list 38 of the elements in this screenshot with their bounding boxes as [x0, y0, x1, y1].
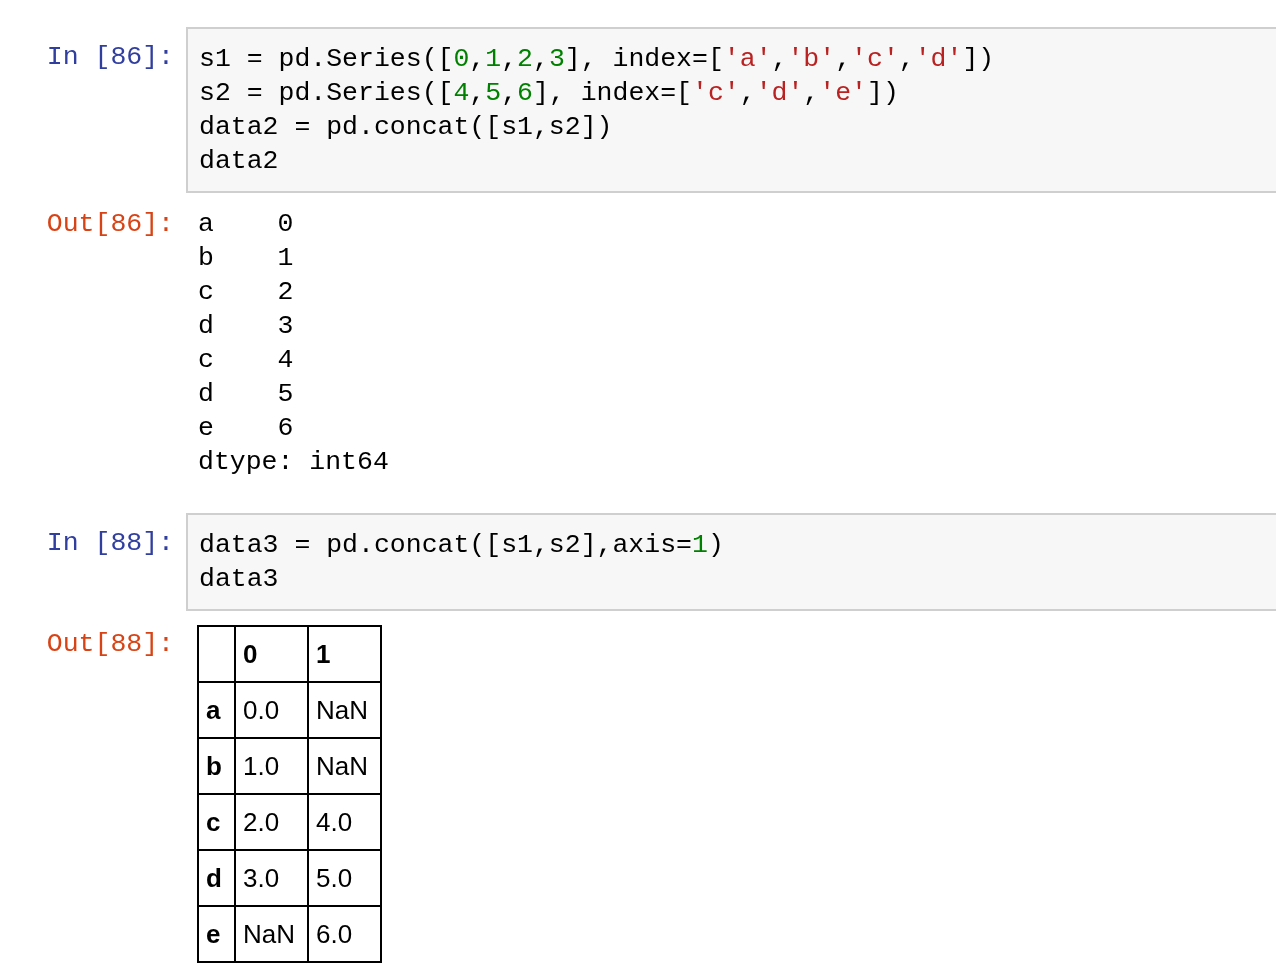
output-line: a 0	[197, 208, 295, 241]
table-cell: 4.0	[308, 794, 381, 850]
row-index: c	[198, 794, 235, 850]
table-cell: 6.0	[308, 906, 381, 962]
output-line: dtype: int64	[197, 446, 390, 479]
table-cell: NaN	[308, 682, 381, 738]
output-line: c 4	[197, 344, 295, 377]
table-cell: 3.0	[235, 850, 308, 906]
table-cell: 0.0	[235, 682, 308, 738]
output-prompt: Out[88]:	[45, 628, 175, 661]
column-header: 0	[235, 626, 308, 682]
output-prompt: Out[86]:	[45, 208, 175, 241]
output-line: e 6	[197, 412, 295, 445]
input-prompt: In [88]:	[45, 527, 175, 560]
code-line: s1 = pd.Series([0,1,2,3], index=['a','b','c','d'])	[199, 43, 996, 76]
output-line: d 5	[197, 378, 295, 411]
row-index: b	[198, 738, 235, 794]
code-line: data3	[199, 563, 280, 596]
table-cell: 1.0	[235, 738, 308, 794]
table-corner-cell	[198, 626, 235, 682]
row-index: d	[198, 850, 235, 906]
output-line: d 3	[197, 310, 295, 343]
code-line: data2	[199, 145, 280, 178]
code-line: s2 = pd.Series([4,5,6], index=['c','d','e'])	[199, 77, 900, 110]
column-header: 1	[308, 626, 381, 682]
code-line: data3 = pd.concat([s1,s2],axis=1)	[199, 529, 725, 562]
row-index: e	[198, 906, 235, 962]
code-input-cell[interactable]: data3 = pd.concat([s1,s2],axis=1) data3	[186, 513, 1276, 611]
table-cell: NaN	[235, 906, 308, 962]
output-line: c 2	[197, 276, 295, 309]
row-index: a	[198, 682, 235, 738]
table-cell: NaN	[308, 738, 381, 794]
table-cell: 5.0	[308, 850, 381, 906]
output-line: b 1	[197, 242, 295, 275]
input-prompt: In [86]:	[45, 41, 175, 74]
code-input-cell[interactable]: s1 = pd.Series([0,1,2,3], index=['a','b','c','d']) s2 = pd.Series([4,5,6], index=['c','d','e']) data2 = pd.concat([s1,s2]) data2	[186, 27, 1276, 193]
table-cell: 2.0	[235, 794, 308, 850]
code-line: data2 = pd.concat([s1,s2])	[199, 111, 614, 144]
